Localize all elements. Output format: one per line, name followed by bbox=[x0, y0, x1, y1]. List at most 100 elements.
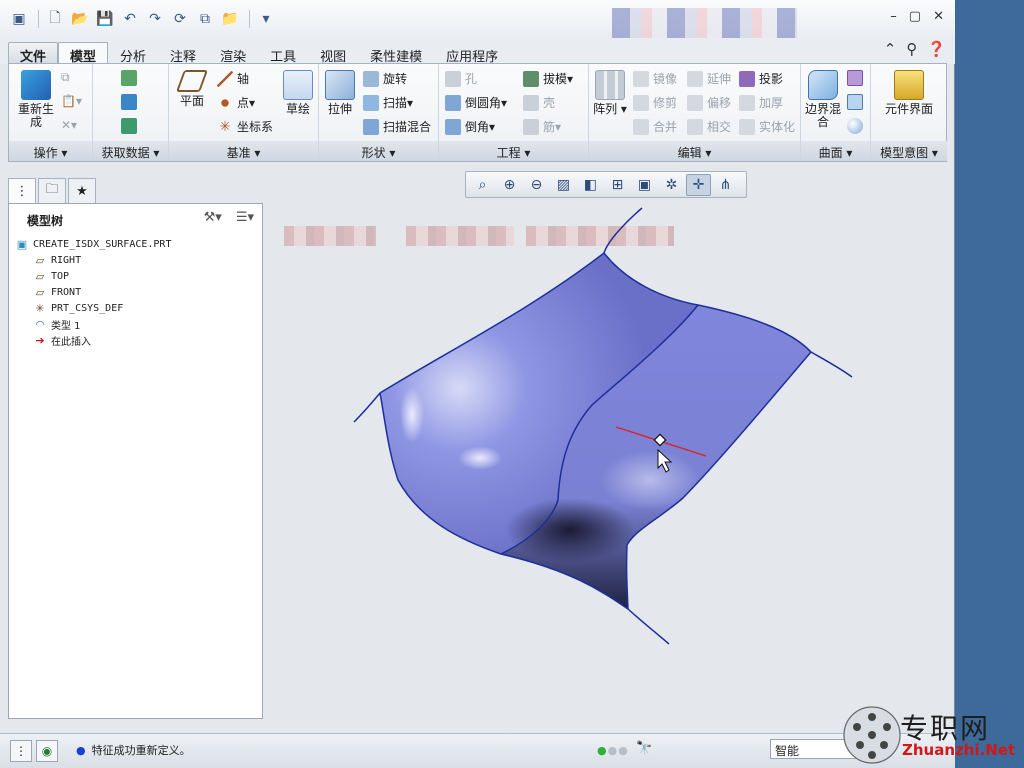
saved-orientations-icon[interactable]: ⊞ bbox=[605, 174, 630, 196]
tab-model[interactable]: 模型 bbox=[58, 42, 109, 65]
surface-model[interactable] bbox=[270, 200, 950, 720]
draft-button[interactable]: 拔模 ▾ bbox=[523, 70, 573, 87]
pattern-button[interactable]: 阵列 ▾ bbox=[593, 70, 627, 116]
save-icon[interactable]: 💾 bbox=[94, 8, 116, 30]
new-icon[interactable]: 🗋 bbox=[44, 8, 66, 30]
app-icon[interactable]: ▣ bbox=[8, 8, 30, 30]
zoom-in-icon[interactable]: ⊕ bbox=[497, 174, 522, 196]
point-button[interactable]: 点 ▾ bbox=[217, 94, 255, 111]
plane-button[interactable]: 平面 bbox=[173, 70, 211, 108]
sweep-button[interactable]: 扫描 ▾ bbox=[363, 94, 413, 111]
group-label-get-data[interactable]: 获取数据 ▾ bbox=[93, 141, 168, 161]
tree-item-front[interactable]: ▱ FRONT bbox=[9, 284, 262, 300]
trim-button[interactable]: 修剪 bbox=[633, 94, 677, 111]
intersect-button[interactable]: 相交 bbox=[687, 118, 731, 135]
redo-icon[interactable]: ↷ bbox=[144, 8, 166, 30]
rib-button[interactable]: 筋 ▾ bbox=[523, 118, 561, 135]
regenerate-button[interactable]: 重新生成 bbox=[13, 70, 59, 129]
tree-columns-icon[interactable]: ☰▾ bbox=[236, 210, 254, 225]
favorites-tab-icon[interactable]: ★ bbox=[68, 178, 96, 204]
annotation-display-icon[interactable]: ⋔ bbox=[713, 174, 738, 196]
help-icon[interactable]: ❓ bbox=[927, 40, 946, 58]
copy-icon[interactable]: ⧉ bbox=[61, 70, 70, 85]
folder-browser-tab-icon[interactable]: 🗀 bbox=[38, 178, 66, 204]
copy-geometry-icon[interactable] bbox=[121, 94, 141, 110]
tab-analysis[interactable]: 分析 bbox=[108, 42, 158, 65]
group-editing: 阵列 ▾ 镜像 修剪 合并 延伸 偏移 相交 投影 加厚 实体化 编辑 ▾ bbox=[589, 64, 801, 161]
axis-button[interactable]: 轴 bbox=[217, 70, 249, 87]
csys-button[interactable]: ✳ 坐标系 bbox=[217, 118, 273, 135]
open-icon[interactable]: 📂 bbox=[69, 8, 91, 30]
view-manager-icon[interactable]: ▣ bbox=[632, 174, 657, 196]
offset-icon bbox=[687, 94, 703, 111]
tab-render[interactable]: 渲染 bbox=[208, 42, 258, 65]
group-label-datum[interactable]: 基准 ▾ bbox=[169, 141, 318, 161]
restore-icon[interactable]: ▢ bbox=[909, 9, 921, 24]
close-window-icon[interactable]: 📁 bbox=[219, 8, 241, 30]
sketch-button[interactable]: 草绘 bbox=[281, 70, 315, 116]
component-interface-button[interactable]: 元件界面 bbox=[881, 70, 937, 116]
minimize-icon[interactable]: – bbox=[890, 9, 897, 24]
hole-button[interactable]: 孔 bbox=[445, 70, 477, 87]
user-defined-feature-icon[interactable] bbox=[121, 70, 141, 86]
graphics-viewport[interactable] bbox=[270, 200, 950, 720]
tree-item-style-feature[interactable]: ◠ 类型 1 bbox=[9, 316, 262, 332]
tab-flexible-modeling[interactable]: 柔性建模 bbox=[358, 42, 434, 65]
tab-applications[interactable]: 应用程序 bbox=[434, 42, 510, 65]
tab-tools[interactable]: 工具 bbox=[258, 42, 308, 65]
extend-button[interactable]: 延伸 bbox=[687, 70, 731, 87]
tab-annotate[interactable]: 注释 bbox=[158, 42, 208, 65]
shrinkwrap-icon[interactable] bbox=[121, 118, 141, 134]
tree-item-right[interactable]: ▱ RIGHT bbox=[9, 252, 262, 268]
show-navigator-icon[interactable]: ⋮ bbox=[10, 740, 32, 762]
datum-display-icon[interactable]: ✲ bbox=[659, 174, 684, 196]
project-button[interactable]: 投影 bbox=[739, 70, 783, 87]
component-interface-label: 元件界面 bbox=[884, 102, 933, 116]
fill-icon[interactable] bbox=[847, 70, 867, 86]
search-icon[interactable]: ⚲ bbox=[906, 40, 917, 58]
windows-icon[interactable]: ⧉ bbox=[194, 8, 216, 30]
delete-icon[interactable]: ✕▾ bbox=[61, 118, 77, 132]
group-label-operations[interactable]: 操作 ▾ bbox=[9, 141, 92, 161]
thicken-button[interactable]: 加厚 bbox=[739, 94, 783, 111]
group-label-surfaces[interactable]: 曲面 ▾ bbox=[801, 141, 870, 161]
display-style-icon[interactable]: ◧ bbox=[578, 174, 603, 196]
paste-icon[interactable]: 📋▾ bbox=[61, 94, 82, 108]
tab-file[interactable]: 文件 bbox=[8, 42, 59, 65]
chamfer-button[interactable]: 倒角 ▾ bbox=[445, 118, 495, 135]
refit-icon[interactable]: ⌕ bbox=[470, 174, 495, 196]
model-tree-tab-icon[interactable]: ⋮ bbox=[8, 178, 36, 204]
style-icon[interactable] bbox=[847, 94, 867, 110]
mirror-button[interactable]: 镜像 bbox=[633, 70, 677, 87]
group-label-model-intent[interactable]: 模型意图 ▾ bbox=[871, 141, 947, 161]
tree-settings-icon[interactable]: ⚒▾ bbox=[204, 210, 222, 225]
swept-blend-button[interactable]: 扫描混合 bbox=[363, 118, 431, 135]
zoom-out-icon[interactable]: ⊖ bbox=[524, 174, 549, 196]
tree-item-part[interactable]: ▣ CREATE_ISDX_SURFACE.PRT bbox=[9, 236, 262, 252]
round-button[interactable]: 倒圆角 ▾ bbox=[445, 94, 507, 111]
shell-button[interactable]: 壳 bbox=[523, 94, 555, 111]
customize-icon[interactable]: ▾ bbox=[255, 8, 277, 30]
collapse-ribbon-icon[interactable]: ⌃ bbox=[884, 40, 897, 58]
solidify-button[interactable]: 实体化 bbox=[739, 118, 795, 135]
tree-item-csys[interactable]: ✳ PRT_CSYS_DEF bbox=[9, 300, 262, 316]
show-browser-icon[interactable]: ◉ bbox=[36, 740, 58, 762]
close-icon[interactable]: ✕ bbox=[933, 9, 944, 24]
offset-button[interactable]: 偏移 bbox=[687, 94, 731, 111]
merge-button[interactable]: 合并 bbox=[633, 118, 677, 135]
undo-icon[interactable]: ↶ bbox=[119, 8, 141, 30]
tree-item-insert-here[interactable]: ➔ 在此插入 bbox=[9, 332, 262, 348]
spin-center-icon[interactable]: ✛ bbox=[686, 173, 711, 196]
revolve-button[interactable]: 旋转 bbox=[363, 70, 407, 87]
repaint-icon[interactable]: ▨ bbox=[551, 174, 576, 196]
group-label-engineering[interactable]: 工程 ▾ bbox=[439, 141, 588, 161]
find-icon[interactable]: 🔭 bbox=[636, 741, 652, 756]
extrude-button[interactable]: 拉伸 bbox=[323, 70, 357, 116]
freestyle-icon[interactable] bbox=[847, 118, 867, 134]
tree-item-top[interactable]: ▱ TOP bbox=[9, 268, 262, 284]
regenerate-icon[interactable]: ⟳ bbox=[169, 8, 191, 30]
boundary-blend-button[interactable]: 边界混合 bbox=[803, 70, 843, 129]
group-label-shapes[interactable]: 形状 ▾ bbox=[319, 141, 438, 161]
group-label-editing[interactable]: 编辑 ▾ bbox=[589, 141, 800, 161]
tab-view[interactable]: 视图 bbox=[308, 42, 358, 65]
